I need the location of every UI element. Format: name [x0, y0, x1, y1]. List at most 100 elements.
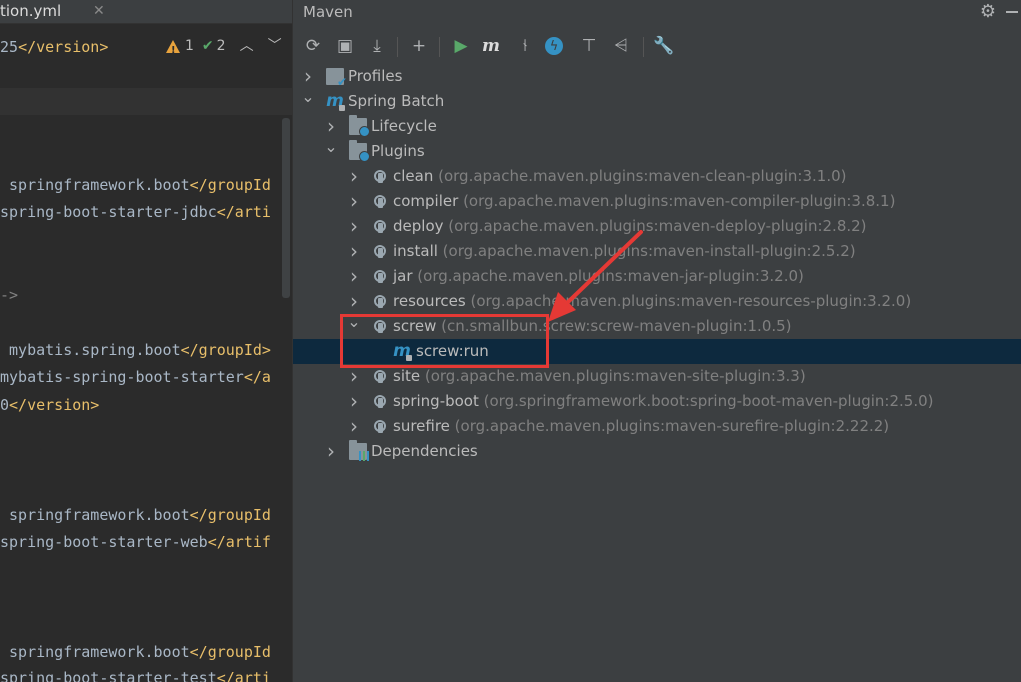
tree-node-spring-boot[interactable]: › spring-boot (org.springframework.boot:s… [293, 389, 1021, 414]
tree-node-jar[interactable]: › jar (org.apache.maven.plugins:maven-jar… [293, 264, 1021, 289]
editor-scrollbar[interactable] [282, 118, 290, 298]
tree-node-spring-batch[interactable]: ⌄ m Spring Batch [293, 89, 1021, 114]
xml-tag: </artif [207, 533, 271, 551]
code-line: spring-boot-starter-test</arti [0, 668, 271, 682]
node-name: Plugins [371, 142, 425, 160]
tree-node-clean[interactable]: › clean (org.apache.maven.plugins:maven-c… [293, 164, 1021, 189]
xml-tag: </groupId> [180, 341, 271, 359]
chevron-right-icon[interactable]: › [347, 189, 361, 214]
inspection-widget[interactable]: 1 ✔ 2 ︿ ﹀ [166, 36, 282, 61]
node-name: site [393, 367, 421, 385]
tree-node-label: Plugins [371, 139, 425, 164]
tree-node-dependencies[interactable]: › Dependencies [293, 439, 1021, 464]
ok-count: 2 [216, 38, 226, 54]
editor-tab-bar: tion.yml ✕ [0, 0, 292, 24]
collapse-all-icon[interactable]: ⩤ [609, 34, 633, 58]
node-name: deploy [393, 217, 444, 235]
chevron-right-icon[interactable]: › [347, 289, 361, 314]
tree-node-label: resources (org.apache.maven.plugins:mave… [393, 289, 911, 314]
node-coordinates: (org.apache.maven.plugins:maven-surefire… [449, 417, 890, 435]
skip-tests-icon[interactable]: ϟ [545, 37, 563, 55]
plugin-icon [372, 193, 389, 210]
chevron-right-icon[interactable]: › [324, 439, 338, 464]
node-coordinates: (org.springframework.boot:spring-boot-ma… [478, 392, 934, 410]
chevron-down-icon[interactable]: ﹀ [268, 36, 282, 56]
code-text: 25 [0, 38, 19, 56]
plugin-icon [372, 168, 389, 185]
chevron-up-icon[interactable]: ︿ [240, 36, 254, 56]
show-dependencies-icon[interactable]: ⊤ [577, 34, 601, 58]
xml-tag: </groupId [189, 176, 271, 194]
download-icon[interactable]: ⤓ [365, 34, 389, 58]
chevron-right-icon[interactable]: › [301, 64, 315, 89]
toggle-offline-icon[interactable]: ⫮ [513, 34, 537, 58]
settings-wrench-icon[interactable]: 🔧 [652, 34, 676, 58]
xml-tag: </version> [18, 38, 109, 56]
add-source-folder-icon[interactable]: ▣ [333, 34, 357, 58]
tree-node-install[interactable]: › install (org.apache.maven.plugins:maven… [293, 239, 1021, 264]
chevron-right-icon[interactable]: › [347, 239, 361, 264]
code-text: springframework.boot [0, 506, 190, 524]
tree-node-label: install (org.apache.maven.plugins:maven-… [393, 239, 856, 264]
profiles-icon: ✔ [326, 68, 347, 88]
code-text: springframework.boot [0, 643, 190, 661]
chevron-right-icon[interactable]: › [347, 264, 361, 289]
node-name: clean [393, 167, 434, 185]
tree-node-lifecycle[interactable]: › Lifecycle [293, 114, 1021, 139]
tree-node-surefire[interactable]: › surefire (org.apache.maven.plugins:mave… [293, 414, 1021, 439]
toolbar-separator [643, 37, 644, 57]
tree-node-label: Dependencies [371, 439, 478, 464]
tree-node-resources[interactable]: › resources (org.apache.maven.plugins:mav… [293, 289, 1021, 314]
node-name: install [393, 242, 438, 260]
hide-panel-icon[interactable] [1006, 11, 1018, 13]
code-line: springframework.boot</groupId [0, 642, 271, 662]
editor-tab[interactable]: tion.yml [0, 0, 69, 23]
code-line: mybatis-spring-boot-starter</a [0, 367, 271, 387]
chevron-right-icon[interactable]: › [347, 389, 361, 414]
tree-node-plugins[interactable]: ⌄ Plugins [293, 139, 1021, 164]
gear-icon [359, 126, 370, 137]
folder-gear-icon [349, 140, 370, 162]
xml-tag: </groupId [189, 506, 271, 524]
plugin-icon [372, 368, 389, 385]
reload-icon[interactable]: ⟳ [301, 34, 325, 58]
code-line: -> [0, 285, 18, 305]
node-coordinates: (org.apache.maven.plugins:maven-resource… [465, 292, 912, 310]
maven-project-icon: m [326, 91, 345, 111]
node-name: Dependencies [371, 442, 478, 460]
code-text: spring-boot-starter-test [0, 669, 217, 682]
chevron-down-icon[interactable]: ⌄ [301, 89, 315, 114]
code-editor[interactable]: tion.yml ✕ 25</version> springframework.… [0, 0, 292, 682]
code-line: mybatis.spring.boot</groupId> [0, 340, 271, 360]
tree-node-deploy[interactable]: › deploy (org.apache.maven.plugins:maven-… [293, 214, 1021, 239]
tree-node-label: spring-boot (org.springframework.boot:sp… [393, 389, 934, 414]
execute-goal-icon[interactable]: m [479, 34, 503, 58]
code-line: spring-boot-starter-web</artif [0, 532, 271, 552]
node-coordinates: (org.apache.maven.plugins:maven-site-plu… [420, 367, 806, 385]
toolbar-separator [439, 37, 440, 57]
chevron-down-icon[interactable]: ⌄ [324, 139, 338, 164]
code-line: springframework.boot</groupId [0, 505, 271, 525]
warning-icon [166, 39, 180, 61]
node-coordinates: (org.apache.maven.plugins:maven-install-… [437, 242, 856, 260]
chevron-right-icon[interactable]: › [324, 114, 338, 139]
xml-tag: </arti [216, 203, 271, 221]
run-icon[interactable]: ▶ [449, 34, 473, 58]
code-text: 0 [0, 396, 10, 414]
node-name: jar [393, 267, 413, 285]
tree-node-compiler[interactable]: › compiler (org.apache.maven.plugins:mave… [293, 189, 1021, 214]
chevron-right-icon[interactable]: › [347, 414, 361, 439]
node-coordinates: (org.apache.maven.plugins:maven-compiler… [458, 192, 896, 210]
node-name: Spring Batch [348, 92, 445, 110]
plugin-icon [372, 293, 389, 310]
chevron-right-icon[interactable]: › [347, 164, 361, 189]
xml-tag: </version> [9, 396, 100, 414]
close-icon[interactable]: ✕ [93, 0, 105, 23]
plus-icon[interactable]: + [407, 34, 431, 58]
maven-title: Maven [303, 3, 353, 21]
node-coordinates: (org.apache.maven.plugins:maven-jar-plug… [412, 267, 804, 285]
node-coordinates: (org.apache.maven.plugins:maven-deploy-p… [443, 217, 867, 235]
chevron-right-icon[interactable]: › [347, 214, 361, 239]
tree-node-profiles[interactable]: › ✔ Profiles [293, 64, 1021, 89]
gear-icon[interactable]: ⚙ [980, 1, 996, 23]
